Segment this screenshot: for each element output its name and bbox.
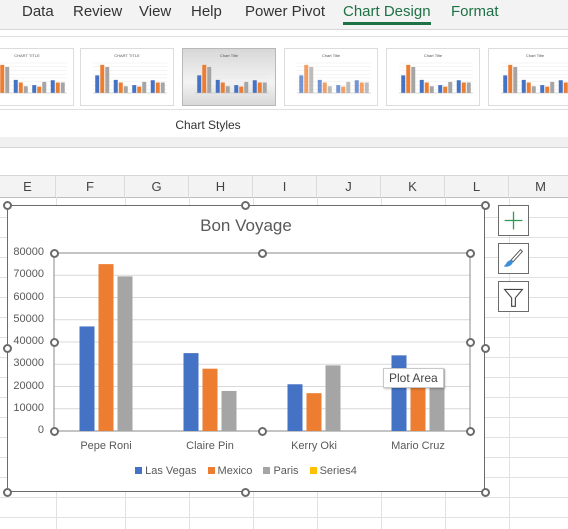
bar-las-vegas-pepe-roni[interactable] xyxy=(79,326,95,431)
legend-swatch xyxy=(207,467,215,474)
chart-elements-button[interactable] xyxy=(498,205,529,236)
bar-paris-kerry-oki[interactable] xyxy=(325,365,341,431)
chart-resize-handle-top-right[interactable] xyxy=(481,201,490,210)
plot-resize-handle-right[interactable] xyxy=(466,338,475,347)
plus-icon xyxy=(504,211,523,230)
y-tick-label: 60000 xyxy=(13,290,44,303)
y-tick-label: 20000 xyxy=(13,379,44,392)
legend-item-paris[interactable]: Paris xyxy=(263,465,299,477)
plot-resize-handle-left[interactable] xyxy=(50,338,59,347)
plot-resize-handle-bottom-right[interactable] xyxy=(466,427,475,436)
legend-item-mexico[interactable]: Mexico xyxy=(207,465,253,477)
y-tick-label: 50000 xyxy=(13,312,44,325)
bar-las-vegas-claire-pin[interactable] xyxy=(183,353,199,431)
bar-mexico-kerry-oki[interactable] xyxy=(306,393,322,431)
plot-area-tooltip: Plot Area xyxy=(383,368,444,388)
y-tick-label: 10000 xyxy=(13,401,44,414)
y-tick-label: 70000 xyxy=(13,268,44,281)
bar-paris-pepe-roni[interactable] xyxy=(117,276,133,431)
legend-label: Paris xyxy=(273,465,299,477)
y-tick-label: 30000 xyxy=(13,357,44,370)
plot-resize-handle-top-right[interactable] xyxy=(466,249,475,258)
legend-item-las-vegas[interactable]: Las Vegas xyxy=(135,465,196,477)
bar-mexico-claire-pin[interactable] xyxy=(202,368,218,431)
chart-resize-handle-bottom-right[interactable] xyxy=(481,488,490,497)
chart-resize-handle-top-left[interactable] xyxy=(3,201,12,210)
chart-styles-button[interactable] xyxy=(498,243,529,274)
x-tick-label: Mario Cruz xyxy=(391,440,445,452)
y-tick-label: 80000 xyxy=(13,246,44,258)
bar-mexico-pepe-roni[interactable] xyxy=(98,264,114,431)
bar-las-vegas-mario-cruz[interactable] xyxy=(391,355,407,431)
legend-label: Mexico xyxy=(217,465,253,477)
chart-resize-handle-right[interactable] xyxy=(481,344,490,353)
y-tick-label: 0 xyxy=(37,424,44,436)
chart-resize-handle-bottom[interactable] xyxy=(241,488,250,497)
plot-resize-handle-top[interactable] xyxy=(258,249,267,258)
plot-resize-handle-top-left[interactable] xyxy=(50,249,59,258)
bar-paris-claire-pin[interactable] xyxy=(221,390,237,431)
x-tick-label: Kerry Oki xyxy=(291,440,337,452)
bar-las-vegas-kerry-oki[interactable] xyxy=(287,384,303,431)
chart-resize-handle-top[interactable] xyxy=(241,201,250,210)
funnel-icon xyxy=(503,288,524,307)
chart-resize-handle-bottom-left[interactable] xyxy=(3,488,12,497)
chart-resize-handle-left[interactable] xyxy=(3,344,12,353)
chart-filters-button[interactable] xyxy=(498,281,529,312)
plot-resize-handle-bottom-left[interactable] xyxy=(50,427,59,436)
legend-swatch xyxy=(309,467,317,474)
legend-label: Series4 xyxy=(319,465,357,477)
legend-swatch xyxy=(263,467,271,474)
paintbrush-icon xyxy=(503,248,524,267)
legend-label: Las Vegas xyxy=(145,465,197,477)
plot-resize-handle-bottom[interactable] xyxy=(258,427,267,436)
x-tick-label: Claire Pin xyxy=(186,440,234,452)
chart-legend[interactable]: Las Vegas Mexico Paris Series4 xyxy=(7,465,485,477)
legend-item-series4[interactable]: Series4 xyxy=(309,465,357,477)
legend-swatch xyxy=(135,467,143,474)
x-tick-label: Pepe Roni xyxy=(80,440,132,452)
